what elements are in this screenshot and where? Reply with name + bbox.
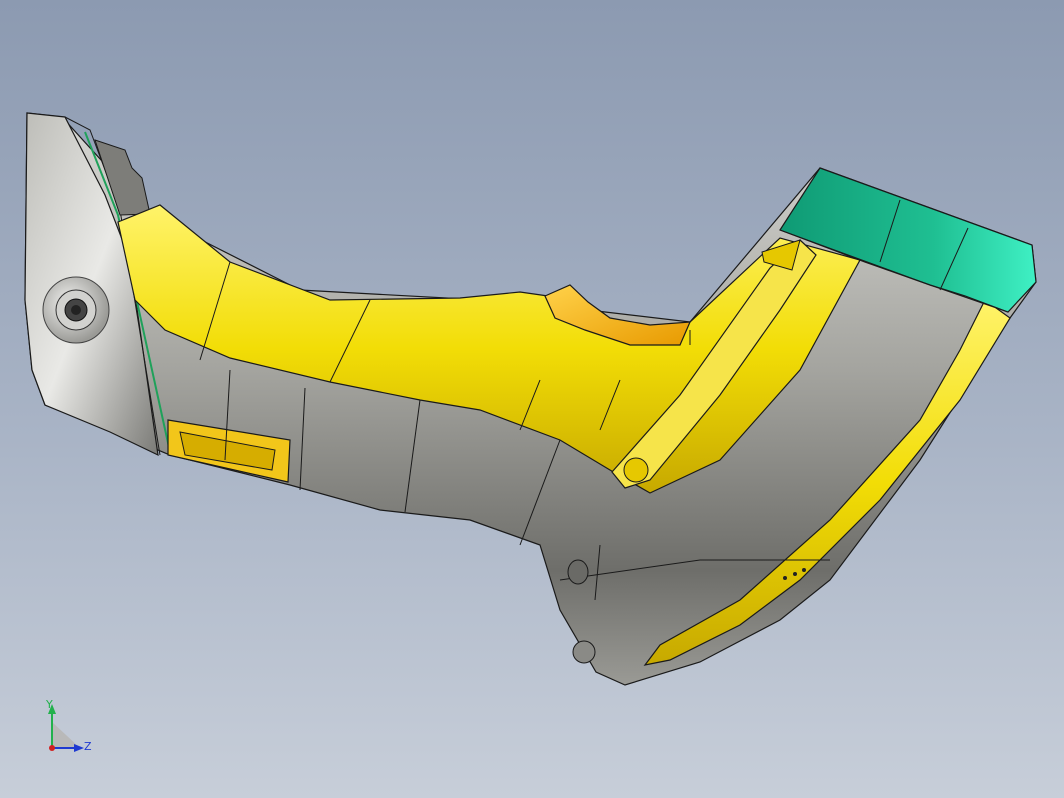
model-canvas[interactable]: [0, 0, 1064, 798]
triad-y-label: Y: [46, 698, 53, 711]
triad-z-label: Z: [84, 740, 92, 753]
screw-icon[interactable]: [42, 276, 110, 344]
triad-plane: [52, 722, 80, 748]
3d-viewport[interactable]: Y Z: [0, 0, 1064, 798]
side-hole: [572, 640, 596, 664]
side-hole: [567, 559, 589, 585]
orientation-triad[interactable]: [48, 704, 84, 752]
